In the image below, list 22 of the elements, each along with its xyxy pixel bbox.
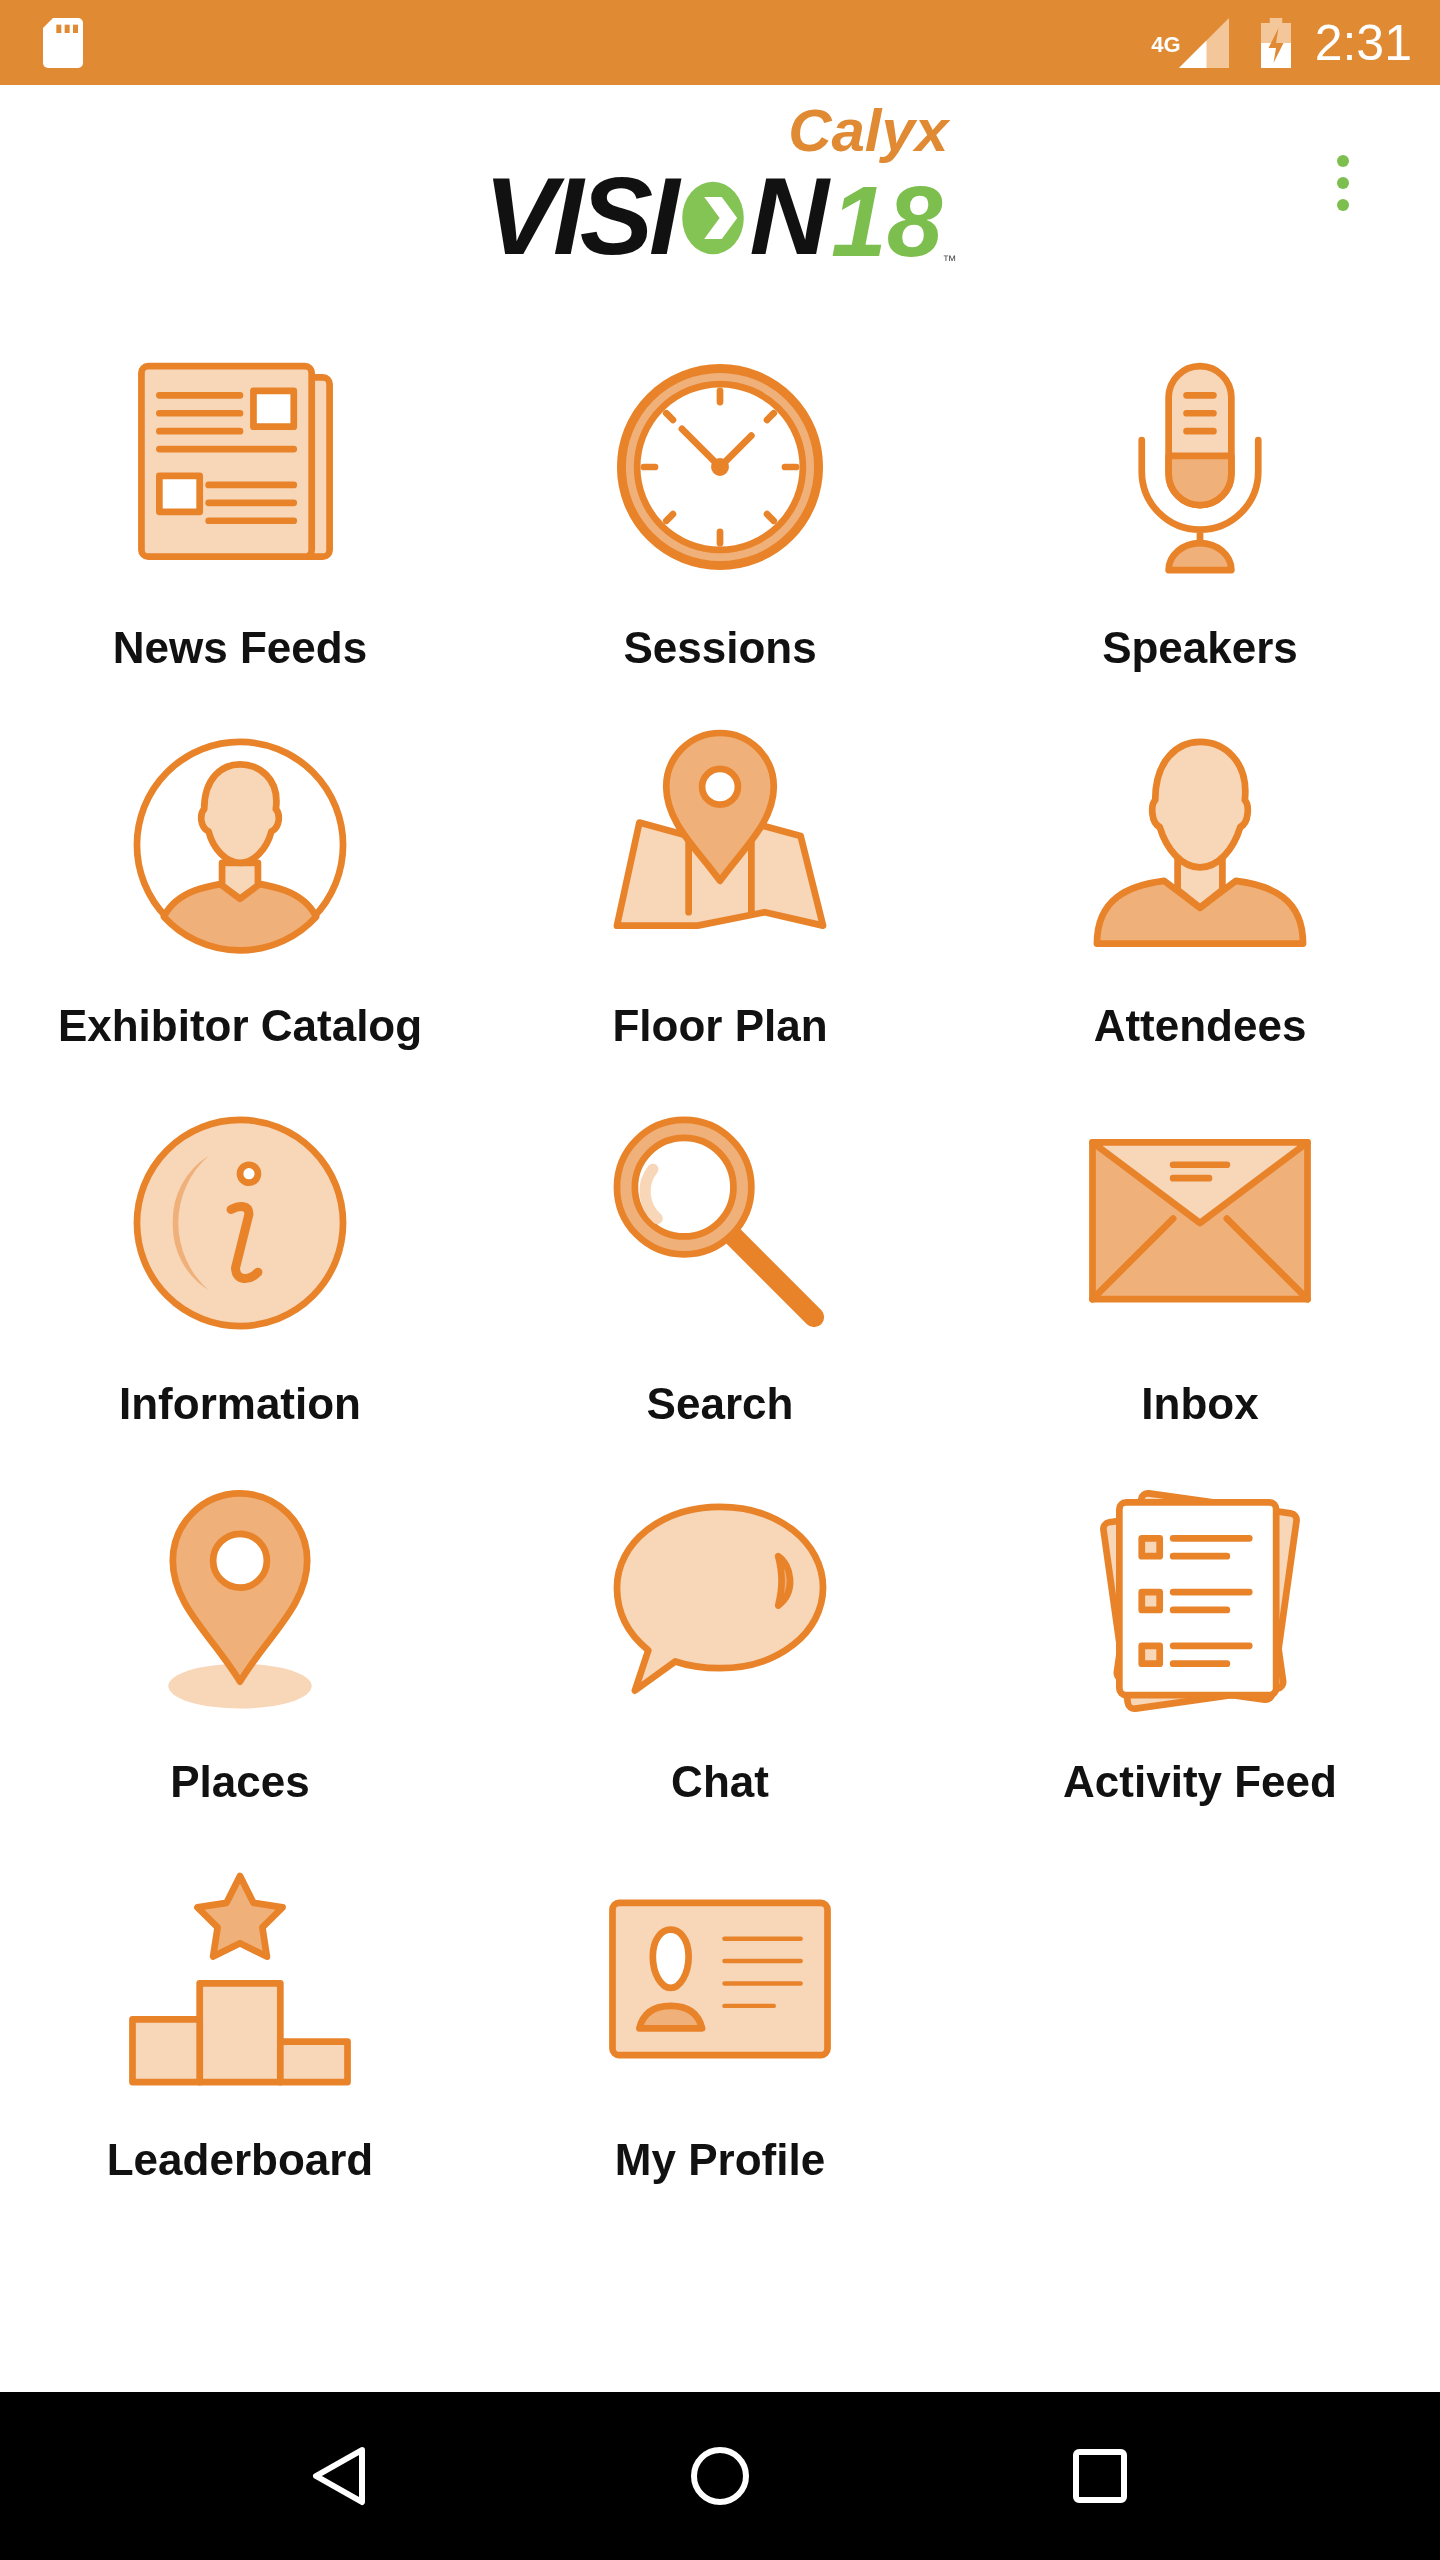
menu-tile[interactable]: My Profile bbox=[480, 1867, 960, 2185]
menu-tile[interactable]: Attendees bbox=[960, 733, 1440, 1051]
menu-tile[interactable]: Chat bbox=[480, 1489, 960, 1807]
menu-tile[interactable]: Leaderboard bbox=[0, 1867, 480, 2185]
menu-tile[interactable]: Exhibitor Catalog bbox=[0, 733, 480, 1051]
menu-tile[interactable]: Sessions bbox=[480, 355, 960, 673]
battery-icon bbox=[1260, 16, 1291, 69]
menu-tile[interactable]: Inbox bbox=[960, 1111, 1440, 1429]
signal-icon bbox=[1178, 17, 1229, 68]
menu-tile[interactable]: Activity Feed bbox=[960, 1489, 1440, 1807]
menu-tile[interactable]: News Feeds bbox=[0, 355, 480, 673]
recent-apps-icon[interactable] bbox=[1070, 2446, 1130, 2506]
sd-card-icon bbox=[42, 17, 84, 68]
home-icon[interactable] bbox=[690, 2446, 750, 2506]
menu-tile[interactable]: Places bbox=[0, 1489, 480, 1807]
network-label: 4G bbox=[1151, 31, 1181, 58]
menu-tile[interactable]: Floor Plan bbox=[480, 733, 960, 1051]
menu-tile[interactable]: Information bbox=[0, 1111, 480, 1429]
app-logo: Calyx VISI N18™ bbox=[483, 101, 957, 271]
menu-tile[interactable]: Search bbox=[480, 1111, 960, 1429]
clock-time: 2:31 bbox=[1314, 13, 1412, 72]
menu-tile[interactable]: Speakers bbox=[960, 355, 1440, 673]
